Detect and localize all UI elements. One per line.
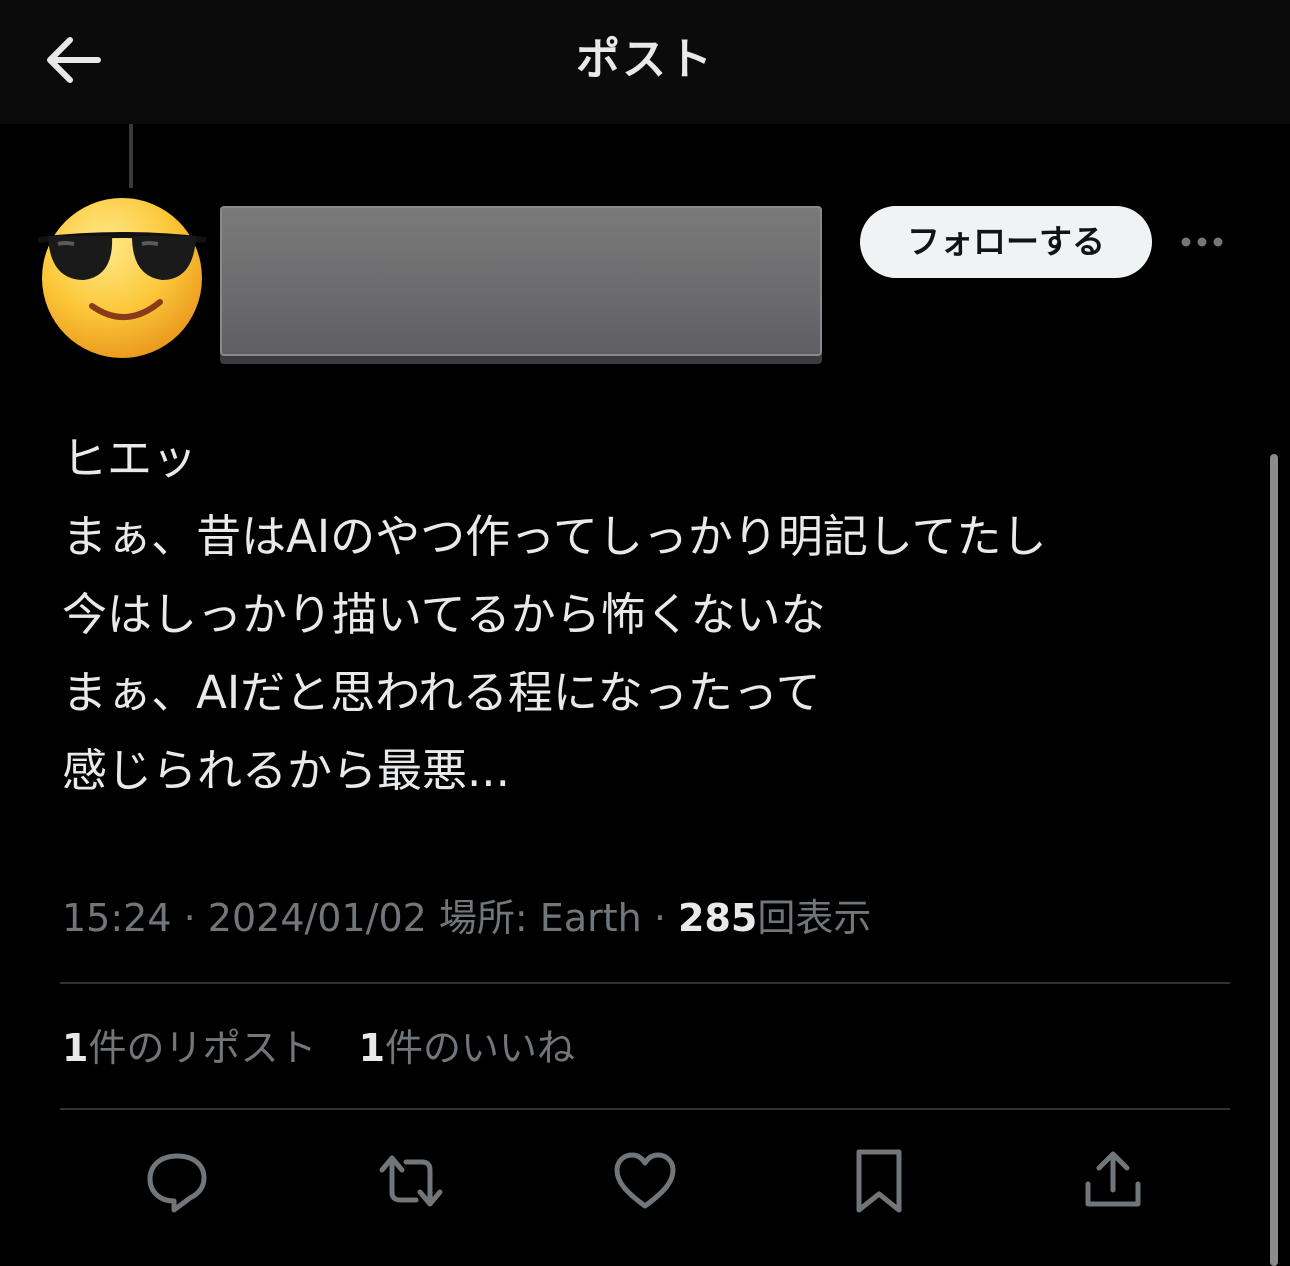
repost-button[interactable] [376,1146,446,1216]
post-text-line: ヒエッ [62,432,198,485]
post-text-line: 感じられるから最悪... [62,744,510,797]
reply-icon [147,1153,207,1213]
share-button[interactable] [1078,1146,1148,1216]
views-count[interactable]: 285 [678,896,757,940]
reposts-label: 件のリポスト [88,1026,317,1070]
meta-separator: · [653,896,666,940]
post-date[interactable]: 2024/01/02 [208,896,427,940]
top-bar: ポスト [0,0,1290,124]
repost-icon [379,1155,443,1207]
page-title: ポスト [576,34,714,85]
engagement-stats: 1件のリポスト 1件のいいね [62,1018,575,1078]
post-text-line: まぁ、昔はAIのやつ作ってしっかり明記してたし [62,510,1047,563]
scrollbar[interactable] [1270,454,1278,1266]
more-horizontal-icon [1181,237,1223,247]
views-label[interactable]: 回表示 [757,896,871,940]
post-location: 場所: Earth [438,896,642,940]
share-icon [1085,1151,1141,1207]
post-time[interactable]: 15:24 [62,896,172,940]
reply-button[interactable] [142,1146,212,1216]
reposts-count: 1 [62,1026,89,1070]
post-text-line: まぁ、AIだと思われる程になったって [62,666,821,719]
reposts-stat[interactable]: 1件のリポスト [62,1018,316,1078]
post-text-line: 今はしっかり描いてるから怖くないな [62,588,826,641]
thread-connector-line [129,124,133,188]
likes-count: 1 [358,1026,386,1070]
follow-button[interactable]: フォローする [860,206,1152,278]
post-text: ヒエッ まぁ、昔はAIのやつ作ってしっかり明記してたし 今はしっかり描いてるから… [62,420,1232,810]
smiling-face-with-sunglasses-emoji [37,198,207,358]
bookmark-icon [856,1149,902,1213]
divider [60,1108,1230,1110]
redacted-username-block [220,206,822,356]
like-heart-icon [614,1152,676,1209]
bookmark-button[interactable] [844,1146,914,1216]
more-options-button[interactable] [1176,222,1228,262]
post-metadata: 15:24 · 2024/01/02 場所: Earth · 285回表示 [62,888,871,948]
divider [60,982,1230,984]
meta-separator: · [183,896,196,940]
likes-stat[interactable]: 1件のいいね [359,1018,575,1078]
avatar[interactable] [34,192,210,360]
like-button[interactable] [610,1146,680,1216]
likes-label: 件のいいね [385,1026,576,1070]
